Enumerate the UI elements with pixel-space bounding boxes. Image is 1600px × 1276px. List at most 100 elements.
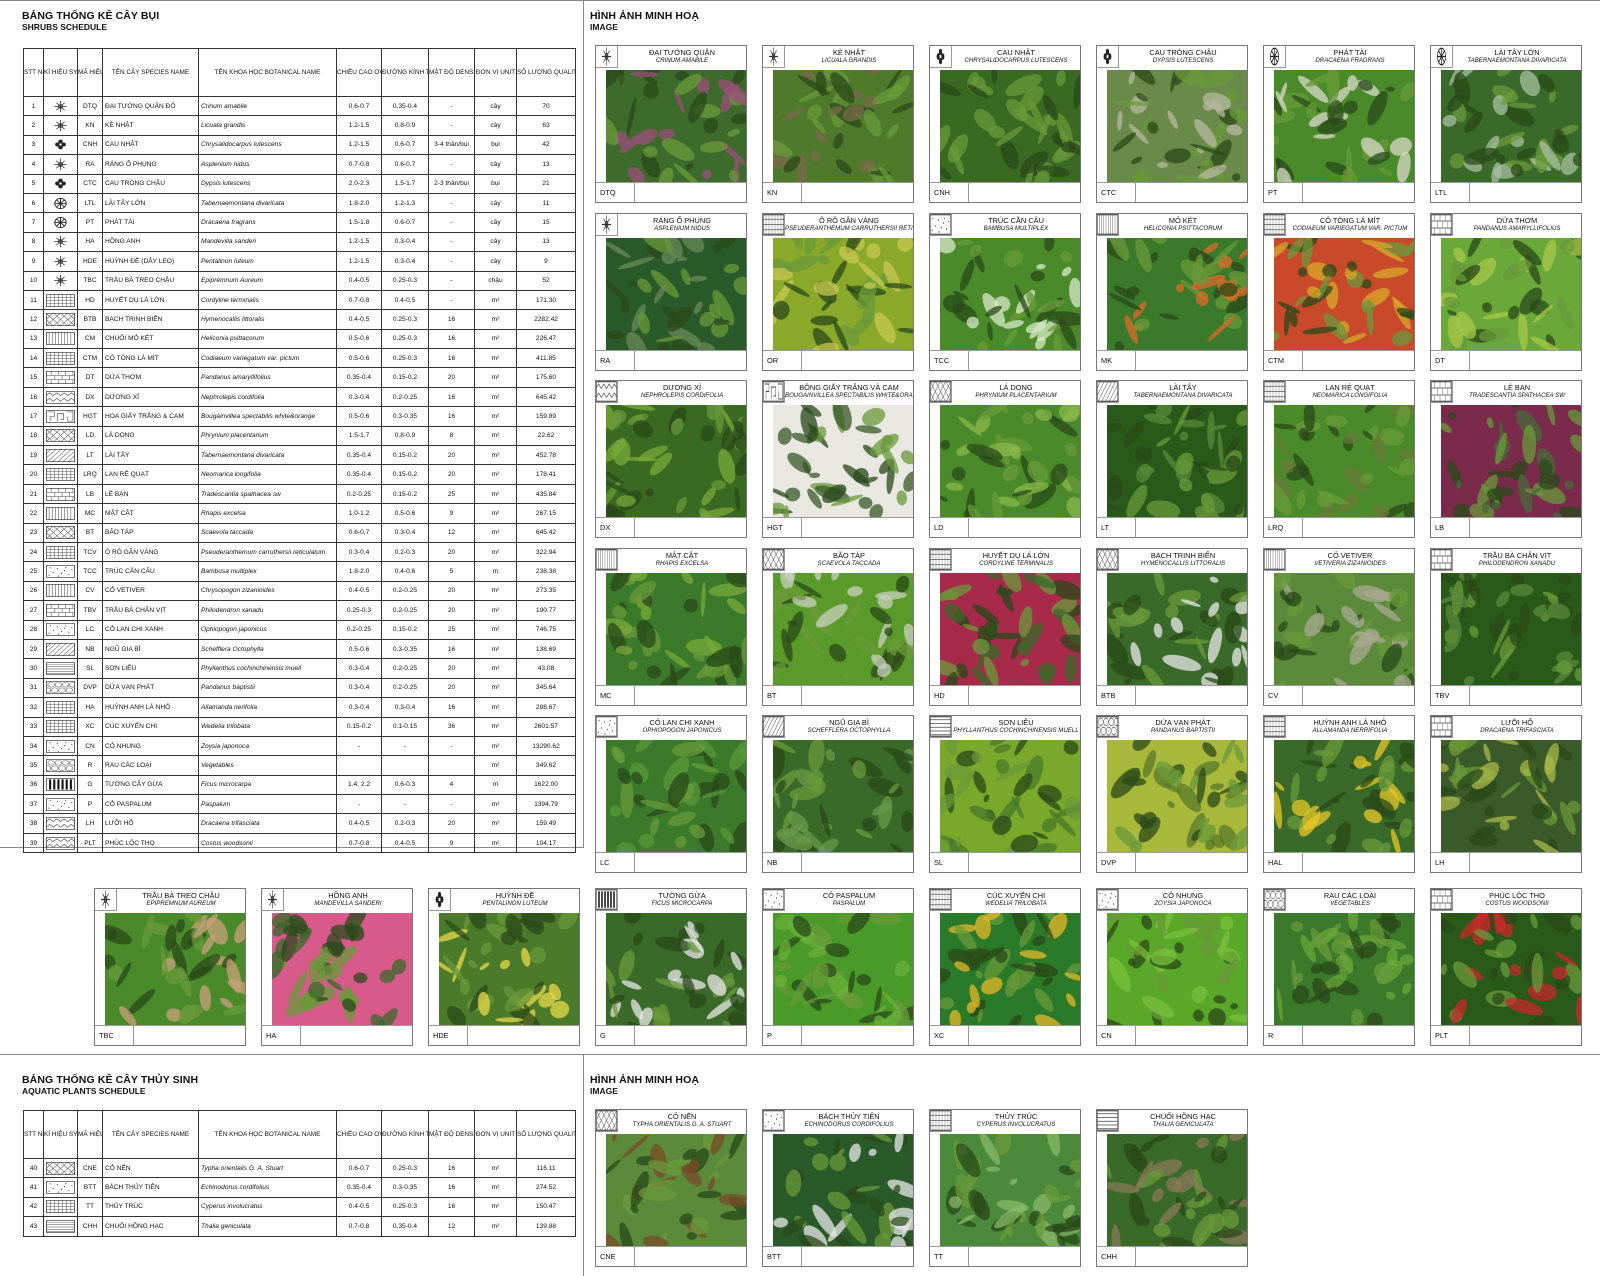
row-symbol-icon xyxy=(43,1216,78,1237)
row-quality: 21 xyxy=(516,173,576,194)
row-botanical-name: Pandanus amaryllifolius xyxy=(198,367,337,388)
plant-code-footer: CHH xyxy=(1097,1246,1247,1266)
table-row: 24 TCV Ô RÔ GÂN VÀNG Pseuderanthemum carrut… xyxy=(23,541,576,563)
plant-scientific-name: ASPLENIUM NIDUS xyxy=(654,225,710,232)
row-no: 17 xyxy=(23,406,44,427)
row-symbol-icon xyxy=(43,115,78,136)
plant-scientific-name: SCAEVOLA TACCADA xyxy=(817,560,881,567)
plant-image-card: THỦY TRÚC CYPERUS INVOLUCRATUS TT xyxy=(929,1109,1081,1267)
row-symbol-icon xyxy=(43,231,78,253)
row-quality: 116.11 xyxy=(516,1157,576,1179)
plant-image-card: TRẦU BÀ CHÂN VỊT PHILODENDRON XANADU TBV xyxy=(1430,548,1582,706)
plant-code-footer: DTQ xyxy=(596,182,746,202)
plant-photo xyxy=(1431,726,1581,860)
row-unit: cây xyxy=(474,95,517,117)
row-unit: m² xyxy=(474,503,517,524)
aquatic-images-title: HÌNH ẢNH MINH HOẠ xyxy=(590,1074,700,1086)
header-quality: SỐ LƯỢNG QUALITY xyxy=(516,48,576,97)
row-species-name: SƠN LIỄU xyxy=(102,658,199,679)
row-spread: 0.3-0.35 xyxy=(381,638,429,660)
row-height: 0.3-0.4 xyxy=(336,658,382,679)
shrub-images-subtitle: IMAGE xyxy=(590,22,618,32)
row-botanical-name: Thalia geniculata xyxy=(198,1216,337,1237)
plant-vietnamese-name: Ô RÔ GÂN VÀNG xyxy=(819,216,879,225)
plant-code-footer: XC xyxy=(930,1025,1080,1045)
row-unit: m² xyxy=(474,1216,517,1237)
plant-code-footer: DVP xyxy=(1097,852,1247,872)
row-code: BTB xyxy=(77,309,103,330)
plant-symbol-icon xyxy=(1264,381,1286,403)
row-spread: 0.15-0.2 xyxy=(381,619,429,640)
plant-photo xyxy=(1439,400,1581,528)
plant-image-card: RÁNG Ổ PHỤNG ASPLENIUM NIDUS RA xyxy=(595,213,747,371)
row-unit: m² xyxy=(474,425,517,447)
plant-image-card: BÁCH THỦY TIÊN ECHINODORUS CORDIFOLIUS BTT xyxy=(762,1109,914,1267)
row-unit: m² xyxy=(474,386,517,408)
row-quality: 2282.42 xyxy=(516,309,576,330)
row-quality: 1622.00 xyxy=(516,774,576,796)
plant-vietnamese-name: CỎ NHUNG xyxy=(1162,891,1204,900)
row-symbol-icon xyxy=(43,483,78,505)
row-code: PLT xyxy=(77,832,103,854)
row-quality: 43.08 xyxy=(516,658,576,679)
row-no: 1 xyxy=(23,95,44,117)
plant-image-card: MỎ KÉT HELICONIA PSITTACORUM MK xyxy=(1096,213,1248,371)
row-height: 0.25-0.3 xyxy=(336,600,382,621)
plant-symbol-icon xyxy=(1264,214,1286,236)
row-density: - xyxy=(428,154,475,175)
aq-header-stt: STT No. xyxy=(23,1110,44,1159)
row-symbol-icon xyxy=(43,134,78,156)
row-density: 9 xyxy=(428,503,475,524)
row-quality: 349.62 xyxy=(516,755,576,776)
row-quality: 138.69 xyxy=(516,638,576,660)
row-height: 0.35-0.4 xyxy=(336,445,382,466)
plant-symbol-icon xyxy=(1431,214,1453,236)
row-species-name: HOA GIẤY TRẮNG & CAM xyxy=(102,406,199,427)
row-symbol-icon xyxy=(43,600,78,621)
row-code: TBV xyxy=(77,600,103,621)
row-spread: 0.3-0.35 xyxy=(381,406,429,427)
row-height: 0.3-0.4 xyxy=(336,677,382,699)
row-species-name: HUỲNH ĐỀ (DÂY LEO) xyxy=(102,251,199,272)
plant-scientific-name: COSTUS WOODSONII xyxy=(1485,900,1549,907)
plant-symbol-icon xyxy=(763,214,785,236)
aq-header-species: TÊN CÂY SPECIES NAME xyxy=(102,1110,199,1159)
row-code: CHH xyxy=(77,1216,103,1237)
plant-vietnamese-name: BÃO TÁP xyxy=(833,551,865,560)
row-quality: 13 xyxy=(516,231,576,253)
row-species-name: LÁ DONG xyxy=(102,425,199,447)
row-no: 24 xyxy=(23,541,44,563)
row-species-name: TƯỜNG CÂY GỪA xyxy=(102,774,199,796)
row-no: 13 xyxy=(23,328,44,350)
row-code: DVP xyxy=(77,677,103,699)
row-spread: 0.8-0.9 xyxy=(381,425,429,447)
plant-photo xyxy=(97,907,245,1027)
plant-vietnamese-name: TRÚC CẦN CÂU xyxy=(988,216,1044,225)
row-density: 16 xyxy=(428,638,475,660)
row-unit: bụi xyxy=(474,134,517,156)
plant-scientific-name: CRINUM AMABILE xyxy=(655,57,709,64)
row-botanical-name: Bambusa multiplex xyxy=(198,561,337,582)
row-height: 0.6-0.7 xyxy=(336,1157,382,1179)
plant-code-footer: G xyxy=(596,1025,746,1045)
plant-photo xyxy=(1272,558,1414,692)
row-no: 23 xyxy=(23,522,44,543)
row-spread: 0.8-0.9 xyxy=(381,115,429,136)
row-no: 27 xyxy=(23,600,44,621)
plant-symbol-icon xyxy=(763,381,785,403)
plant-scientific-name: ECHINODORUS CORDIFOLIUS xyxy=(804,1121,894,1128)
row-quality: 104.17 xyxy=(516,832,576,854)
row-symbol-icon xyxy=(43,154,78,175)
plant-image-card: PHÚC LỘC THỌ COSTUS WOODSONII PLT xyxy=(1430,888,1582,1046)
plant-vietnamese-name: LAN RẺ QUẠT xyxy=(1325,383,1375,392)
table-row: 6 LTL LÀI TÂY LỚN Tabernaemontana divaricat… xyxy=(23,192,576,214)
plant-symbol-icon xyxy=(596,214,618,236)
row-quality: 645.42 xyxy=(516,386,576,408)
row-no: 14 xyxy=(23,348,44,369)
plant-symbol-icon xyxy=(1431,381,1453,403)
row-code: DTQ xyxy=(77,95,103,117)
plant-code: CTC xyxy=(1101,188,1117,197)
row-spread: 0.25-0.3 xyxy=(381,348,429,369)
plant-symbol-icon xyxy=(763,716,785,738)
row-height: 0.4-0.5 xyxy=(336,580,382,602)
